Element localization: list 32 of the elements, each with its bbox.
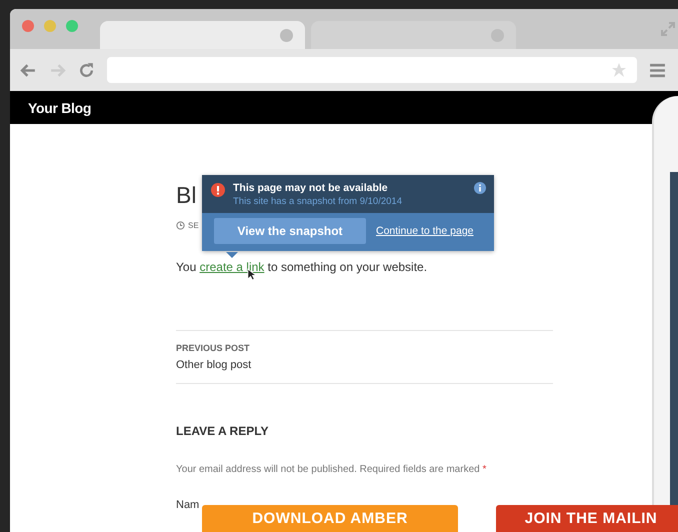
reply-heading: LEAVE A REPLY xyxy=(176,424,270,438)
popup-heading: This page may not be available xyxy=(233,182,389,194)
popup-subtext: This site has a snapshot from 9/10/2014 xyxy=(233,196,403,207)
call-to-action-button[interactable]: JOIN THE MAILIN xyxy=(496,505,678,532)
email-note: Your email address will not be published. Required fields are marked * xyxy=(176,464,488,475)
browser-tab[interactable] xyxy=(311,21,516,49)
back-arrow-icon[interactable] xyxy=(20,62,37,78)
expand-icon[interactable] xyxy=(660,21,676,37)
post-title: Bl xyxy=(176,182,196,208)
close-window-icon[interactable] xyxy=(22,20,34,32)
minimize-window-icon[interactable] xyxy=(44,20,56,32)
name-label: Nam xyxy=(176,499,200,511)
clock-icon xyxy=(176,220,185,230)
create-link[interactable]: create a link xyxy=(200,260,264,274)
previous-post-label: PREVIOUS POST xyxy=(176,343,251,353)
previous-post-link[interactable]: Other blog post xyxy=(176,359,553,371)
maximize-window-icon[interactable] xyxy=(66,20,78,32)
tab-close-icon[interactable] xyxy=(280,28,293,42)
browser-tab[interactable] xyxy=(100,21,305,49)
call-to-action-button[interactable]: DOWNLOAD AMBER xyxy=(202,505,458,532)
warning-icon xyxy=(211,183,225,197)
info-icon[interactable] xyxy=(474,182,486,194)
forward-arrow-icon[interactable] xyxy=(49,62,66,78)
site-title[interactable]: Your Blog xyxy=(28,100,92,116)
reload-icon[interactable] xyxy=(78,62,95,78)
view-snapshot-button[interactable]: View the snapshot xyxy=(214,218,366,244)
menu-icon[interactable] xyxy=(649,62,666,78)
address-bar[interactable] xyxy=(107,57,637,83)
post-date: SE xyxy=(188,220,199,230)
continue-link[interactable]: Continue to the page xyxy=(376,225,474,237)
star-icon[interactable] xyxy=(611,62,627,78)
post-body-text: You create a link to something on your website. xyxy=(176,260,428,274)
